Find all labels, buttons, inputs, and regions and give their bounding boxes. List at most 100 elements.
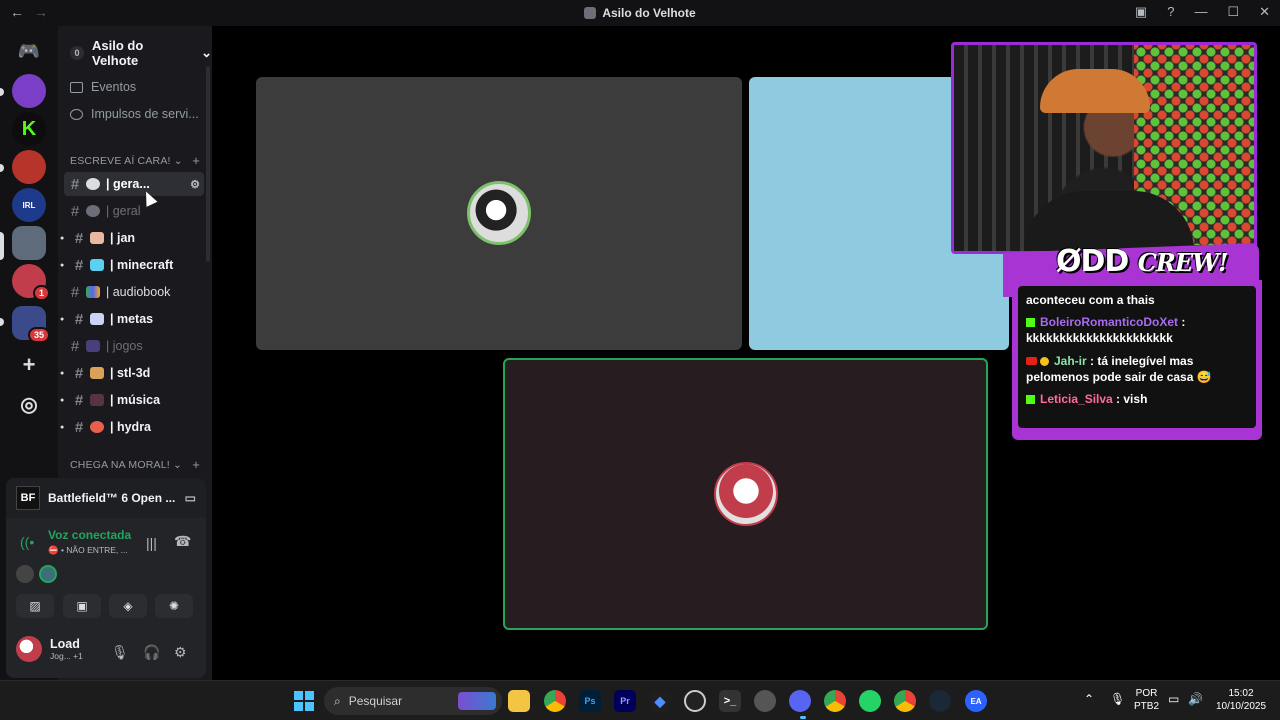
chevron-up-icon[interactable]: ⌃ — [1084, 692, 1094, 707]
person-emoji-icon — [90, 232, 104, 244]
photoshop-icon[interactable]: Ps — [579, 690, 601, 712]
signal-icon[interactable]: ((• — [20, 534, 34, 550]
stream-icon[interactable]: ▭ — [185, 491, 196, 505]
calendar-icon — [70, 81, 83, 93]
app-icon[interactable] — [754, 690, 776, 712]
boosts-link[interactable]: Impulsos de servi... — [70, 107, 199, 121]
obs-icon[interactable] — [684, 690, 706, 712]
disconnect-icon[interactable]: ☎ — [174, 533, 191, 550]
discord-taskbar-icon[interactable] — [789, 690, 811, 712]
events-link[interactable]: Eventos — [70, 80, 136, 94]
kick-server-icon[interactable]: K — [12, 112, 46, 146]
window-title-text: Asilo do Velhote — [602, 6, 696, 20]
person-cap — [1040, 69, 1150, 113]
scrollbar[interactable] — [206, 66, 210, 262]
search-icon: ⌕ — [334, 693, 341, 708]
current-server-icon[interactable] — [12, 226, 46, 260]
channel-hydra[interactable]: ● # | hydra — [60, 415, 204, 439]
irl-brasil-server-icon[interactable]: IRL — [12, 188, 46, 222]
channel-label: | geral — [106, 204, 141, 218]
unread-dot-icon: ● — [60, 261, 65, 269]
clock[interactable]: 15:02 10/10/2025 — [1212, 688, 1270, 713]
maximize-button[interactable]: ☐ — [1227, 4, 1239, 20]
speech-emoji-icon — [86, 178, 100, 190]
server-icon-6[interactable]: 1 — [12, 264, 50, 301]
category-header[interactable]: ESCREVE AÍ CARA! ⌄ + — [70, 153, 200, 168]
soundboard-button[interactable]: ✺ — [155, 594, 193, 618]
hash-icon: # — [70, 337, 80, 355]
channel-label: | jogos — [106, 339, 143, 353]
noise-suppression-icon[interactable]: ||| — [146, 535, 157, 551]
channel-geral-active[interactable]: # | gera... ⚙ — [64, 172, 204, 196]
close-button[interactable]: ✕ — [1259, 4, 1270, 20]
whatsapp-icon[interactable] — [859, 690, 881, 712]
channel-jan[interactable]: ● # | jan — [60, 226, 204, 250]
discover-icon[interactable]: ◎ — [12, 387, 46, 421]
screenshare-button[interactable]: ▣ — [63, 594, 101, 618]
member-badge-icon — [1040, 356, 1049, 366]
ea-app-icon[interactable]: EA — [965, 690, 987, 712]
channel-audiobook[interactable]: # | audiobook — [64, 280, 204, 304]
channel-metas[interactable]: ● # | metas — [60, 307, 204, 331]
server-folder-icon[interactable]: 35 — [12, 306, 50, 343]
language-indicator[interactable]: POR PTB2 — [1134, 688, 1159, 713]
taskbar-search[interactable]: ⌕ Pesquisar — [324, 687, 502, 715]
server-icon-3[interactable] — [12, 150, 46, 184]
user-info[interactable]: Load Jog... +1 — [16, 636, 83, 662]
minimize-button[interactable]: — — [1194, 4, 1207, 20]
terminal-icon[interactable]: >_ — [719, 690, 741, 712]
server-icon — [584, 7, 597, 19]
chrome-icon[interactable] — [824, 690, 846, 712]
voice-connected-label[interactable]: Voz conectada — [20, 528, 131, 542]
voice-member-avatar[interactable] — [39, 565, 57, 583]
chrome-icon[interactable] — [894, 690, 916, 712]
camera-off-button[interactable]: ▨ — [16, 594, 54, 618]
participant-avatar — [467, 181, 531, 245]
kick-icon — [1026, 394, 1035, 404]
channel-minecraft[interactable]: ● # | minecraft — [60, 253, 204, 277]
microphone-icon[interactable]: 🎙 — [111, 644, 129, 661]
username: Load — [50, 637, 80, 651]
chat-username: Leticia_Silva — [1040, 391, 1113, 406]
activity-card[interactable]: BF Battlefield™ 6 Open ... ▭ — [6, 478, 206, 518]
windows-start-icon[interactable] — [294, 691, 314, 711]
channel-musica[interactable]: ● # | música — [60, 388, 204, 412]
discord-home-icon[interactable]: 🎮 — [12, 34, 46, 68]
chat-overlay: aconteceu com a thais BoleiroRomanticoDo… — [1012, 280, 1262, 440]
events-label: Eventos — [91, 80, 137, 94]
unread-dot-icon: ● — [60, 396, 65, 404]
voice-member-avatar[interactable] — [16, 565, 34, 583]
premiere-icon[interactable]: Pr — [614, 690, 636, 712]
gear-icon[interactable]: ⚙ — [174, 644, 187, 661]
channel-geral[interactable]: # | geral — [64, 199, 204, 223]
category-header[interactable]: CHEGA NA MORAL! ⌄ + — [70, 457, 200, 472]
app-diamond-icon[interactable]: ◆ — [649, 690, 671, 712]
active-indicator — [800, 716, 806, 719]
invite-settings-icon[interactable]: ⚙ — [190, 178, 200, 191]
network-icon[interactable]: ▭ — [1168, 692, 1179, 707]
microphone-tray-icon[interactable]: 🎙 — [1110, 692, 1125, 707]
help-icon[interactable]: ? — [1167, 4, 1174, 20]
channel-label: | gera... — [106, 177, 150, 191]
channel-jogos[interactable]: # | jogos — [64, 334, 204, 358]
add-server-icon[interactable]: + — [12, 348, 46, 382]
octopus-emoji-icon — [90, 421, 104, 433]
activities-button[interactable]: ◈ — [109, 594, 147, 618]
activity-title: Battlefield™ 6 Open ... — [48, 491, 176, 505]
file-explorer-icon[interactable] — [508, 690, 530, 712]
chrome-icon[interactable] — [544, 690, 566, 712]
headphones-icon[interactable]: 🎧 — [143, 644, 160, 661]
search-placeholder: Pesquisar — [348, 694, 403, 708]
add-channel-icon[interactable]: + — [192, 153, 200, 168]
battlefield-logo: BF — [16, 486, 40, 510]
channel-stl-3d[interactable]: ● # | stl-3d — [60, 361, 204, 385]
boosts-label: Impulsos de servi... — [91, 107, 199, 121]
avatar — [16, 636, 42, 662]
server-header[interactable]: 0 Asilo do Velhote ⌄ — [70, 38, 212, 68]
add-channel-icon[interactable]: + — [192, 457, 200, 472]
volume-icon[interactable]: 🔊 — [1188, 692, 1203, 707]
server-icon-1[interactable] — [12, 74, 46, 108]
chat-text: aconteceu com a thais — [1026, 293, 1155, 307]
inbox-icon[interactable]: ▣ — [1135, 4, 1147, 20]
steam-icon[interactable] — [929, 690, 951, 712]
